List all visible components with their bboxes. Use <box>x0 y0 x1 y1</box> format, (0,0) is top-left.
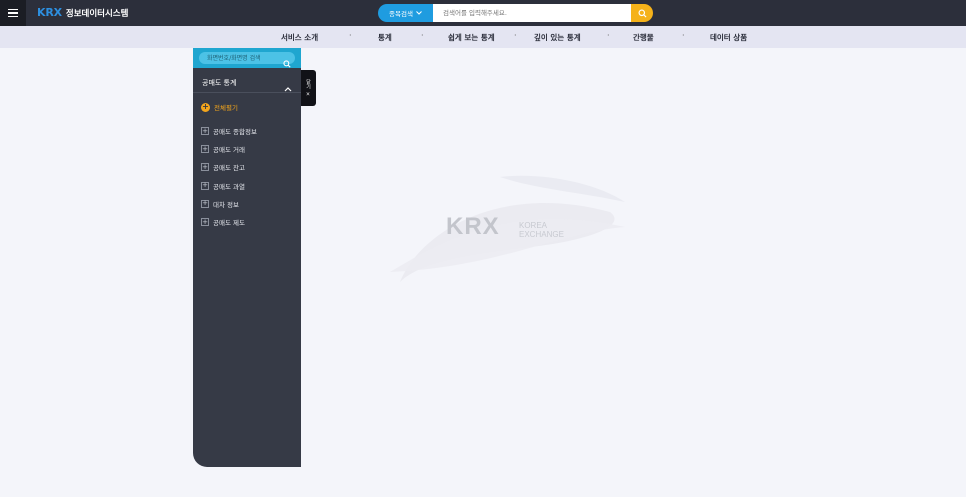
nav-separator: · <box>421 31 424 40</box>
watermark-line2: EXCHANGE <box>519 230 564 239</box>
sidebar-item-label: 공매도 거래 <box>213 146 245 155</box>
nav-separator: · <box>607 31 610 40</box>
expand-all-label: 전체펼기 <box>214 104 238 112</box>
nav-item-easy-statistics[interactable]: 쉽게 보는 통계 <box>448 32 495 43</box>
sidebar-item-short-selling-rules[interactable]: + 공매도 제도 <box>201 213 257 231</box>
plus-icon: + <box>201 162 209 172</box>
expand-all-button[interactable]: + 전체펼기 <box>201 102 238 112</box>
watermark-swoosh <box>390 175 625 282</box>
sidebar-search-box <box>199 52 295 68</box>
sidebar-item-short-selling-balance[interactable]: + 공매도 잔고 <box>201 158 257 176</box>
sidebar-close-button[interactable]: 닫기 × <box>301 70 316 106</box>
krx-watermark: KRX KOREA EXCHANGE <box>380 172 630 292</box>
nav-item-publications[interactable]: 간행물 <box>633 32 654 43</box>
sidebar-search <box>193 48 301 68</box>
site-title: 정보데이터시스템 <box>65 8 129 19</box>
sidebar-menu-list: + 공매도 종합정보 + 공매도 거래 + 공매도 잔고 + 공매도 과열 + … <box>201 122 257 231</box>
nav-separator: · <box>349 31 352 40</box>
nav-item-data-products[interactable]: 데이터 상품 <box>710 32 747 43</box>
sidebar-item-label: 공매도 과열 <box>213 182 245 191</box>
close-label: 닫기 × <box>305 78 311 98</box>
nav-separator: · <box>514 31 517 40</box>
krx-logo-mark: KRX <box>37 6 62 19</box>
search-button[interactable] <box>631 4 653 22</box>
top-bar: KRX 정보데이터시스템 종목검색 <box>0 0 966 26</box>
hamburger-menu-icon <box>8 8 18 11</box>
chevron-up-icon[interactable] <box>284 77 292 96</box>
nav-item-statistics[interactable]: 통계 <box>378 32 392 43</box>
plus-icon: + <box>201 217 209 227</box>
search-icon[interactable] <box>283 53 291 72</box>
plus-icon: + <box>201 199 209 208</box>
search-category-label: 종목검색 <box>389 10 413 18</box>
plus-circle-icon: + <box>201 102 210 112</box>
sidebar-section-header[interactable]: 공매도 통계 <box>193 73 301 93</box>
search-icon <box>637 8 647 18</box>
hamburger-menu-button[interactable] <box>0 0 26 26</box>
plus-icon: + <box>201 144 209 154</box>
sidebar-item-label: 공매도 제도 <box>213 219 245 228</box>
watermark-subtitle: KOREA EXCHANGE <box>519 221 564 239</box>
sidebar-title: 공매도 통계 <box>202 79 237 87</box>
sidebar-item-label: 대차 정보 <box>213 200 239 209</box>
sidebar-item-label: 공매도 잔고 <box>213 164 245 173</box>
search-input[interactable] <box>433 4 631 22</box>
nav-item-deep-statistics[interactable]: 깊이 있는 통계 <box>534 32 581 43</box>
watermark-line1: KOREA <box>519 221 548 230</box>
plus-icon: + <box>201 126 209 136</box>
site-logo[interactable]: KRX 정보데이터시스템 <box>37 6 128 19</box>
watermark-krx-mark: KRX <box>446 213 500 240</box>
chevron-down-icon <box>416 10 422 17</box>
sidebar-item-short-selling-overview[interactable]: + 공매도 종합정보 <box>201 122 257 140</box>
sidebar-item-short-selling-overheat[interactable]: + 공매도 과열 <box>201 177 257 195</box>
global-search: 종목검색 <box>378 4 653 22</box>
sidebar-item-short-selling-trades[interactable]: + 공매도 거래 <box>201 140 257 158</box>
nav-separator: · <box>682 31 685 40</box>
nav-item-service-intro[interactable]: 서비스 소개 <box>281 32 318 43</box>
main-nav: 서비스 소개 · 통계 · 쉽게 보는 통계 · 깊이 있는 통계 · 간행물 … <box>0 26 966 48</box>
search-category-select[interactable]: 종목검색 <box>378 4 433 22</box>
sidebar: 공매도 통계 + 전체펼기 + 공매도 종합정보 + 공매도 거래 + 공매도 … <box>193 48 301 467</box>
sidebar-item-lending-info[interactable]: + 대차 정보 <box>201 195 257 213</box>
sidebar-item-label: 공매도 종합정보 <box>213 128 257 137</box>
plus-icon: + <box>201 181 209 190</box>
sidebar-search-input[interactable] <box>207 53 279 63</box>
